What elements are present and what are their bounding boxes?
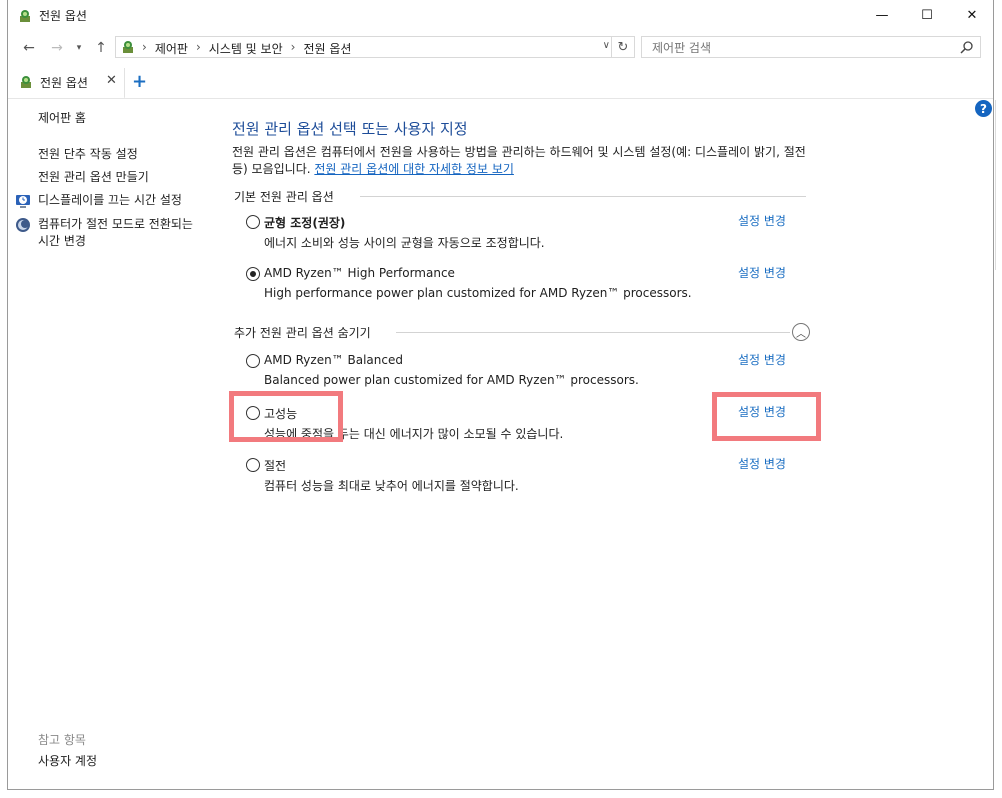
new-tab-button[interactable]: +	[132, 71, 147, 92]
search-icon[interactable]	[960, 40, 974, 54]
search-input[interactable]	[650, 39, 954, 57]
plan-radio[interactable]	[246, 458, 260, 472]
plan-description: Balanced power plan customized for AMD R…	[264, 373, 639, 387]
power-options-icon	[20, 10, 30, 22]
power-options-icon	[21, 76, 31, 88]
plan-name[interactable]: AMD Ryzen™ Balanced	[264, 353, 403, 367]
address-field[interactable]: › 제어판 › 시스템 및 보안 › 전원 옵션 ∨ ↻	[115, 36, 635, 58]
tab-close-icon[interactable]: ✕	[106, 73, 117, 88]
section-heading-default-plans: 기본 전원 관리 옵션	[234, 190, 334, 204]
tab-label: 전원 옵션	[40, 76, 88, 90]
sidebar-link-control-panel-home[interactable]: 제어판 홈	[38, 110, 86, 127]
sidebar-link-power-buttons[interactable]: 전원 단추 작동 설정	[38, 146, 138, 163]
plan-radio[interactable]	[246, 354, 260, 368]
section-divider	[396, 332, 790, 333]
window-title: 전원 옵션	[39, 9, 87, 23]
more-info-link[interactable]: 전원 관리 옵션에 대한 자세한 정보 보기	[314, 162, 514, 176]
tab-bar: 전원 옵션 ✕ +	[8, 68, 993, 99]
plan-description: 컴퓨터 성능을 최대로 낮추어 에너지를 절약합니다.	[264, 479, 519, 493]
highlight-box-plan-name	[229, 391, 343, 442]
close-button[interactable]: ✕	[949, 0, 995, 30]
change-settings-link[interactable]: 설정 변경	[738, 455, 786, 472]
plan-balanced: 균형 조정(권장) 에너지 소비와 성능 사이의 균형을 자동으로 조정합니다.…	[246, 212, 806, 259]
sidebar-link-display-off-time[interactable]: 디스플레이를 끄는 시간 설정	[38, 192, 182, 209]
section-heading-extra-plans[interactable]: 추가 전원 관리 옵션 숨기기	[234, 324, 371, 341]
plan-power-saver: 절전 컴퓨터 성능을 최대로 낮추어 에너지를 절약합니다. 설정 변경	[246, 455, 806, 502]
plan-amd-high-performance: AMD Ryzen™ High Performance High perform…	[246, 264, 806, 311]
address-bar-row: ← → ▾ ↑ › 제어판 › 시스템 및 보안 › 전원 옵션 ∨ ↻	[8, 33, 993, 63]
forward-arrow-icon[interactable]: →	[48, 39, 66, 57]
minimize-button[interactable]: —	[859, 0, 905, 30]
page-description: 전원 관리 옵션은 컴퓨터에서 전원을 사용하는 방법을 관리하는 하드웨어 및…	[232, 144, 822, 178]
tab-divider	[8, 98, 993, 99]
control-panel-icon	[123, 41, 133, 53]
see-also-heading: 참고 항목	[38, 733, 86, 747]
breadcrumb-item[interactable]: 제어판	[155, 40, 188, 57]
change-settings-link[interactable]: 설정 변경	[738, 351, 786, 368]
recent-chevron-down-icon[interactable]: ▾	[70, 39, 88, 57]
section-divider	[360, 196, 806, 197]
help-icon[interactable]: ?	[975, 100, 992, 117]
change-settings-link[interactable]: 설정 변경	[738, 212, 786, 229]
sleep-moon-icon	[16, 218, 30, 232]
sidebar-link-create-plan[interactable]: 전원 관리 옵션 만들기	[38, 169, 149, 186]
breadcrumb-separator-icon[interactable]: ›	[142, 40, 147, 57]
plan-name[interactable]: AMD Ryzen™ High Performance	[264, 266, 455, 280]
breadcrumb-separator-icon[interactable]: ›	[291, 40, 296, 57]
breadcrumb: › 제어판 › 시스템 및 보안 › 전원 옵션	[142, 40, 351, 57]
up-arrow-icon[interactable]: ↑	[92, 39, 110, 57]
maximize-button[interactable]: ☐	[904, 0, 950, 30]
refresh-icon[interactable]: ↻	[611, 37, 634, 57]
breadcrumb-item[interactable]: 시스템 및 보안	[209, 40, 283, 57]
title-bar: 전원 옵션 — ☐ ✕	[8, 0, 993, 30]
plan-description: High performance power plan customized f…	[264, 286, 692, 300]
plan-name[interactable]: 절전	[264, 457, 286, 474]
breadcrumb-item[interactable]: 전원 옵션	[303, 40, 351, 57]
control-panel-window: 전원 옵션 — ☐ ✕ ← → ▾ ↑ › 제어판 › 시스템 및 보안 › 전…	[7, 0, 996, 790]
collapse-chevron-up-icon[interactable]: ︿	[792, 323, 810, 341]
display-clock-icon	[16, 195, 30, 208]
scrollbar[interactable]	[995, 100, 1002, 270]
address-dropdown-icon[interactable]: ∨	[603, 40, 610, 51]
plan-radio[interactable]	[246, 215, 260, 229]
breadcrumb-separator-icon[interactable]: ›	[196, 40, 201, 57]
sidebar-link-user-accounts[interactable]: 사용자 계정	[38, 753, 97, 770]
sidebar-link-sleep-time[interactable]: 컴퓨터가 절전 모드로 전환되는 시간 변경	[38, 216, 200, 250]
plan-name[interactable]: 균형 조정(권장)	[264, 214, 345, 231]
highlight-box-change-settings	[712, 392, 821, 441]
back-arrow-icon[interactable]: ←	[20, 39, 38, 57]
page-title: 전원 관리 옵션 선택 또는 사용자 지정	[232, 120, 468, 138]
plan-radio[interactable]	[246, 267, 260, 281]
tab-power-options[interactable]: 전원 옵션 ✕	[12, 68, 125, 99]
plan-description: 에너지 소비와 성능 사이의 균형을 자동으로 조정합니다.	[264, 236, 545, 250]
search-box[interactable]	[641, 36, 981, 58]
change-settings-link[interactable]: 설정 변경	[738, 264, 786, 281]
